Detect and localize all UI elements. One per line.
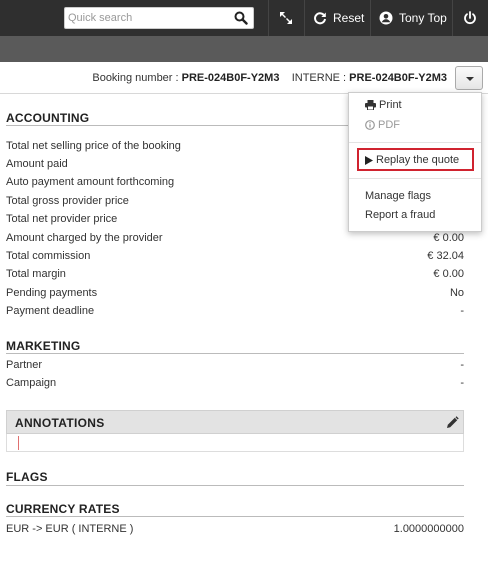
text-cursor: [18, 436, 19, 450]
row-label: Payment deadline: [6, 305, 95, 317]
interne-label: INTERNE :: [291, 72, 347, 84]
row-label: Partner: [6, 359, 43, 371]
row-value: -: [460, 305, 464, 317]
menu-item-report-fraud[interactable]: Report a fraud: [365, 209, 435, 221]
accounting-row: Total commission € 32.04: [6, 248, 464, 266]
accounting-title: ACCOUNTING: [6, 111, 90, 125]
row-label: Total net provider price: [6, 213, 118, 225]
row-label: EUR -> EUR ( INTERNE ): [6, 523, 134, 535]
separator: [304, 0, 305, 36]
play-icon: [365, 155, 373, 165]
marketing-title: MARKETING: [6, 339, 81, 353]
power-icon: [464, 11, 476, 25]
row-value: € 32.04: [427, 250, 464, 262]
accounting-row: Payment deadline -: [6, 303, 464, 321]
quick-search[interactable]: [64, 7, 254, 29]
booking-number: PRE-024B0F-Y2M3: [181, 72, 280, 84]
logout-button[interactable]: [463, 0, 477, 36]
booking-number-label: Booking number :: [92, 72, 179, 84]
accounting-row: Total margin € 0.00: [6, 266, 464, 284]
menu-item-replay-quote[interactable]: Replay the quote: [365, 154, 459, 166]
separator: [452, 0, 453, 36]
flags-title: FLAGS: [6, 470, 48, 484]
booking-header: Booking number : PRE-024B0F-Y2M3 INTERNE…: [0, 62, 488, 94]
annotations-title: ANNOTATIONS: [15, 416, 105, 430]
currency-row: EUR -> EUR ( INTERNE ) 1.0000000000: [6, 521, 464, 539]
pencil-icon[interactable]: [446, 416, 459, 429]
row-value: -: [460, 359, 464, 371]
menu-item-label: Replay the quote: [376, 154, 460, 166]
row-value: No: [449, 287, 464, 299]
actions-dropdown-button[interactable]: [455, 66, 483, 90]
top-bar: Reset Tony Top: [0, 0, 488, 36]
row-label: Total margin: [6, 268, 66, 280]
expand-icon: [280, 12, 292, 24]
separator: [268, 0, 269, 36]
menu-item-manage-flags[interactable]: Manage flags: [365, 190, 431, 202]
refresh-icon: [314, 12, 326, 25]
divider: [6, 516, 464, 517]
row-label: Amount paid: [6, 158, 68, 170]
row-label: Amount charged by the provider: [6, 232, 163, 244]
secondary-bar: [0, 36, 488, 62]
marketing-row: Partner -: [6, 357, 464, 375]
user-name: Tony Top: [399, 11, 447, 25]
menu-item-label: Report a fraud: [365, 209, 436, 221]
menu-item-print[interactable]: Print: [365, 99, 402, 111]
row-value: 1.0000000000: [393, 523, 464, 535]
caret-down-icon: [466, 77, 474, 81]
row-label: Total gross provider price: [6, 195, 129, 207]
annotations-textarea[interactable]: [6, 434, 464, 452]
row-value: € 0.00: [433, 268, 464, 280]
row-label: Campaign: [6, 377, 57, 389]
row-label: Total commission: [6, 250, 91, 262]
menu-item-label: Manage flags: [365, 190, 432, 202]
menu-separator: [349, 178, 481, 179]
separator: [370, 0, 371, 36]
booking-info: Booking number : PRE-024B0F-Y2M3 INTERNE…: [92, 72, 447, 84]
user-menu[interactable]: Tony Top: [379, 0, 447, 36]
divider: [6, 353, 464, 354]
menu-item-label: PDF: [378, 119, 400, 131]
actions-dropdown-menu: Print PDF Replay the quote Manage flags …: [348, 92, 482, 232]
row-label: Auto payment amount forthcoming: [6, 176, 175, 188]
accounting-row: Amount charged by the provider € 0.00: [6, 230, 464, 248]
accounting-row: Pending payments No: [6, 285, 464, 303]
info-circle-icon: [365, 120, 375, 130]
user-icon: [379, 11, 393, 25]
row-value: -: [460, 377, 464, 389]
marketing-row: Campaign -: [6, 375, 464, 393]
annotations-header: ANNOTATIONS: [6, 410, 464, 434]
menu-item-label: Print: [379, 99, 402, 111]
reset-label: Reset: [333, 11, 365, 25]
interne-number: PRE-024B0F-Y2M3: [349, 72, 447, 84]
menu-separator: [349, 142, 481, 143]
search-icon[interactable]: [234, 11, 248, 25]
currency-rates-title: CURRENCY RATES: [6, 502, 120, 516]
fullscreen-button[interactable]: [278, 0, 294, 36]
row-label: Total net selling price of the booking: [6, 140, 181, 152]
reset-button[interactable]: Reset: [313, 0, 364, 36]
printer-icon: [365, 100, 376, 111]
row-value: € 0.00: [433, 232, 464, 244]
search-input[interactable]: [65, 8, 233, 28]
menu-item-pdf[interactable]: PDF: [365, 119, 400, 131]
divider: [6, 485, 464, 486]
row-label: Pending payments: [6, 287, 98, 299]
